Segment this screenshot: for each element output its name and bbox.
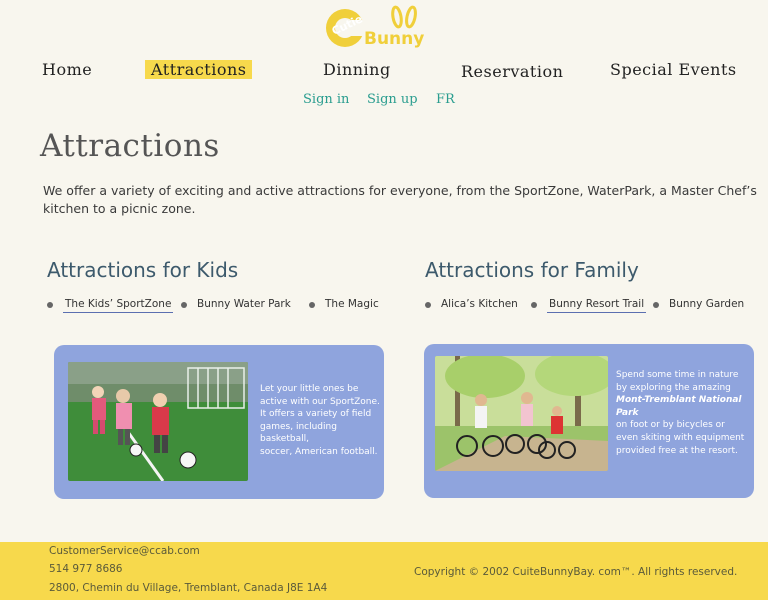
tab-label: The Kids’ SportZone: [63, 298, 174, 313]
site-footer: CustomerService@ccab.com 514 977 8686 28…: [0, 542, 768, 600]
bullet-dot: [309, 302, 315, 308]
family-section-title: Attractions for Family: [425, 258, 639, 282]
page-title: Attractions: [40, 128, 220, 164]
tab-the-magic[interactable]: The Magic: [309, 298, 379, 310]
nav-dinning[interactable]: Dinning: [323, 60, 391, 79]
desc-line: Let your little ones be: [260, 384, 359, 394]
kids-tabs: The Kids’ SportZone Bunny Water Park The…: [47, 298, 387, 322]
desc-line: provided free at the resort.: [616, 445, 738, 456]
nav-home[interactable]: Home: [42, 60, 92, 79]
desc-line: by exploring the amazing: [616, 382, 731, 393]
kids-section-title: Attractions for Kids: [47, 258, 239, 282]
intro-text: We offer a variety of exciting and activ…: [43, 183, 757, 216]
footer-phone: 514 977 8686: [49, 563, 123, 575]
bullet-dot: [653, 302, 659, 308]
bullet-dot: [181, 302, 187, 308]
desc-line-park-name: Mont-Tremblant National Park: [616, 395, 742, 418]
family-attraction-card: Spend some time in nature by exploring t…: [424, 344, 754, 498]
tab-alicas-kitchen[interactable]: Alica’s Kitchen: [425, 298, 518, 310]
family-tabs: Alica’s Kitchen Bunny Resort Trail Bunny…: [425, 298, 755, 322]
sign-in-link[interactable]: Sign in: [303, 92, 349, 107]
tab-label: Bunny Resort Trail: [547, 298, 647, 313]
nav-reservation[interactable]: Reservation: [461, 62, 563, 81]
tab-bunny-water-park[interactable]: Bunny Water Park: [181, 298, 291, 310]
bullet-dot: [531, 302, 537, 308]
desc-line: It offers a variety of field: [260, 409, 372, 420]
tab-bunny-resort-trail[interactable]: Bunny Resort Trail: [531, 298, 647, 313]
desc-line: Spend some time in nature: [616, 370, 739, 380]
language-fr-link[interactable]: FR: [436, 92, 455, 107]
bullet-dot: [425, 302, 431, 308]
footer-copyright: Copyright © 2002 CuiteBunnyBay. com™. Al…: [414, 566, 738, 578]
sign-up-link[interactable]: Sign up: [367, 92, 418, 107]
desc-line: on foot or by bicycles or: [616, 420, 725, 431]
family-biking-photo: [435, 356, 608, 471]
tab-label: Alica’s Kitchen: [441, 298, 518, 310]
desc-line: even skiting with equipment: [616, 432, 745, 443]
kids-attraction-card: Let your little ones be active with our …: [54, 345, 384, 499]
desc-line: active with our SportZone.: [260, 396, 380, 407]
family-card-description: Spend some time in nature by exploring t…: [616, 369, 754, 457]
bunny-ears-icon: [391, 5, 417, 29]
desc-line: soccer, American football.: [260, 446, 378, 457]
tab-bunny-garden[interactable]: Bunny Garden: [653, 298, 744, 310]
bullet-dot: [47, 302, 53, 308]
cutie-bunny-logo[interactable]: Cutie Bunny: [324, 4, 434, 50]
desc-line: games, including basketball,: [260, 421, 337, 445]
footer-email[interactable]: CustomerService@ccab.com: [49, 545, 200, 557]
footer-address: 2800, Chemin du Village, Tremblant, Cana…: [49, 582, 328, 594]
tab-label: Bunny Water Park: [197, 298, 291, 310]
tab-label: The Magic: [325, 298, 379, 310]
nav-special-events[interactable]: Special Events: [610, 60, 737, 79]
kids-soccer-photo: [68, 362, 248, 481]
nav-attractions[interactable]: Attractions: [145, 60, 253, 79]
kids-card-description: Let your little ones be active with our …: [260, 383, 384, 459]
tab-label: Bunny Garden: [669, 298, 745, 310]
logo-word-bunny: Bunny: [364, 29, 424, 49]
tab-kids-sportzone[interactable]: The Kids’ SportZone: [47, 298, 174, 313]
